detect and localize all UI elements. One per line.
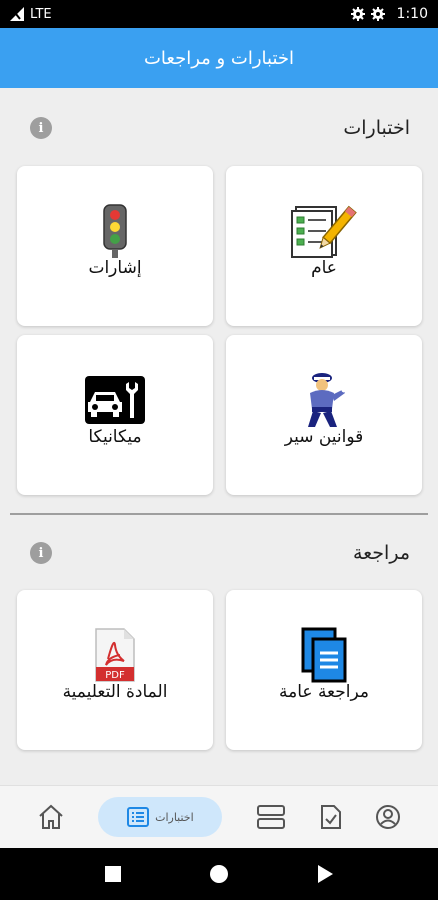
section-divider	[10, 513, 428, 515]
list-icon	[127, 807, 150, 827]
svg-text:PDF: PDF	[105, 670, 125, 681]
checklist-pencil-icon	[289, 196, 359, 266]
account-icon	[376, 805, 401, 829]
card-label: إشارات	[88, 258, 142, 278]
card-label: عام	[311, 258, 337, 278]
stacked-rectangles-icon	[256, 805, 285, 829]
overview-square-icon[interactable]	[104, 865, 122, 883]
file-check-icon	[320, 805, 341, 829]
status-left: LTE	[10, 7, 52, 22]
card-label: ميكانيكا	[88, 427, 142, 447]
card-mechanics-test[interactable]: ميكانيكا	[17, 335, 213, 495]
back-triangle-icon[interactable]	[316, 864, 334, 884]
page-title: اختبارات و مراجعات	[143, 47, 295, 69]
review-section-header: i مراجعة	[0, 533, 438, 573]
app-bar: اختبارات و مراجعات	[0, 28, 438, 88]
tests-section-title: اختبارات	[343, 117, 410, 139]
pdf-file-icon: PDF	[80, 620, 150, 690]
card-traffic-rules-test[interactable]: قوانين سير	[226, 335, 422, 495]
home-icon	[39, 804, 63, 829]
car-wrench-icon	[80, 365, 150, 435]
status-right: 1:10	[350, 6, 428, 22]
review-section-title: مراجعة	[352, 542, 410, 564]
card-general-test[interactable]: عام	[226, 166, 422, 326]
nav-home[interactable]	[37, 797, 65, 837]
traffic-police-icon	[289, 365, 359, 435]
settings-icon	[350, 7, 365, 21]
settings-icon	[370, 7, 385, 21]
card-label: قوانين سير	[284, 427, 364, 447]
info-icon[interactable]: i	[30, 542, 52, 564]
card-label: المادة التعليمية	[62, 682, 168, 702]
network-type: LTE	[30, 6, 52, 22]
card-educational-material[interactable]: PDF المادة التعليمية	[17, 590, 213, 750]
card-general-review[interactable]: مراجعة عامة	[226, 590, 422, 750]
documents-icon	[289, 620, 359, 690]
tests-section-header: i اختبارات	[0, 108, 438, 148]
traffic-light-icon	[80, 196, 150, 266]
nav-file-check[interactable]	[320, 797, 342, 837]
status-bar: LTE 1:10	[0, 0, 438, 28]
info-icon[interactable]: i	[30, 117, 52, 139]
home-circle-icon[interactable]	[209, 864, 229, 884]
bottom-navigation: اختبارات	[0, 785, 438, 848]
card-label: مراجعة عامة	[279, 682, 369, 702]
main-content[interactable]: i اختبارات عام إشارات قوانين سير ميكانيك…	[0, 88, 438, 785]
nav-stack[interactable]	[256, 797, 286, 837]
signal-icon	[10, 7, 24, 21]
nav-label: اختبارات	[155, 810, 194, 824]
card-signals-test[interactable]: إشارات	[17, 166, 213, 326]
nav-tests[interactable]: اختبارات	[98, 797, 223, 837]
system-navigation-bar	[0, 848, 438, 900]
clock: 1:10	[396, 6, 428, 22]
nav-account[interactable]	[375, 797, 401, 837]
